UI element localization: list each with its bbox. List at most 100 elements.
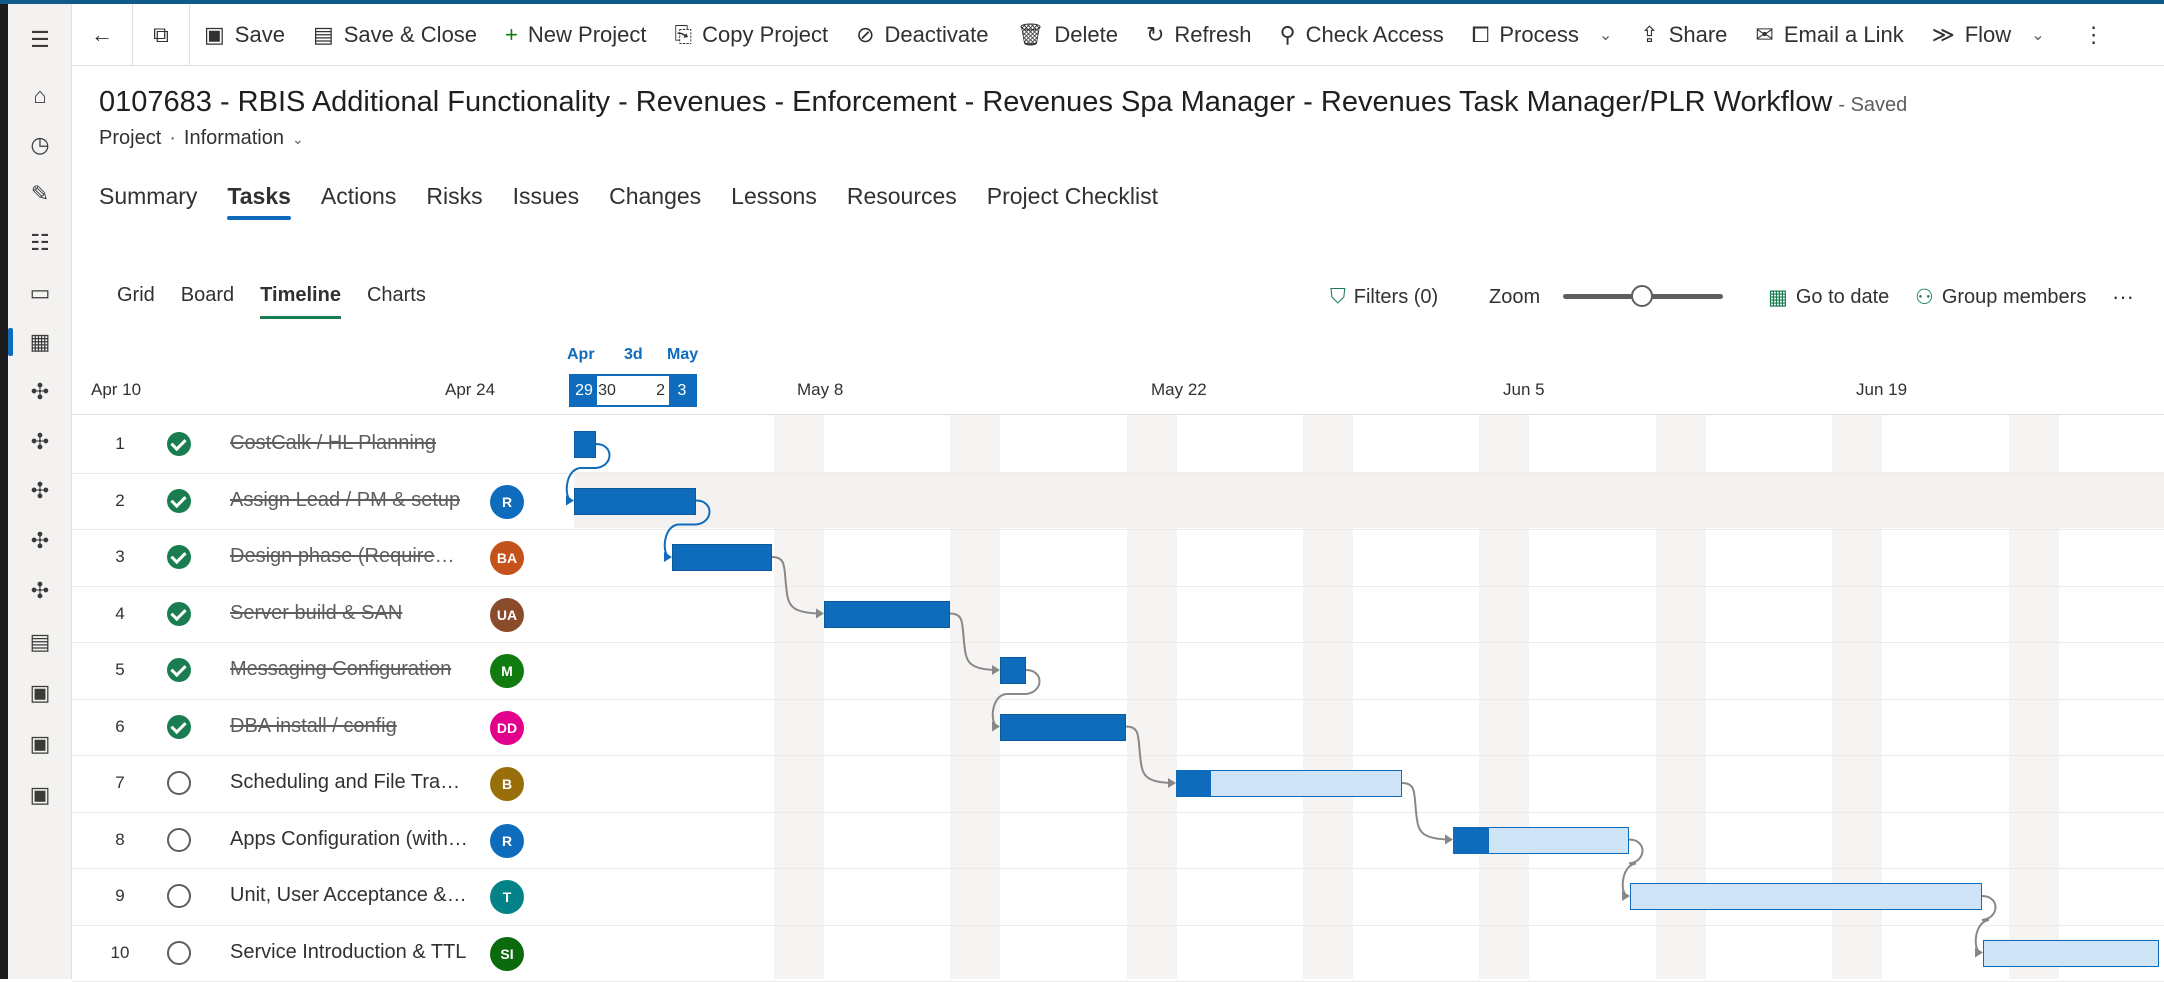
tab-grid[interactable]: Grid — [117, 284, 155, 319]
today-range-box[interactable]: 29 30 2 3 — [569, 374, 697, 407]
task-bar[interactable] — [574, 487, 696, 515]
share-icon: ⇪ — [1640, 21, 1659, 47]
task-name[interactable]: CostCalk / HL Planning — [230, 432, 470, 455]
chevron-down-icon[interactable]: ⌄ — [292, 131, 304, 147]
tab-tasks[interactable]: Tasks — [227, 183, 291, 220]
task-complete-checkbox[interactable] — [167, 884, 191, 908]
home-icon[interactable]: ⌂ — [8, 74, 72, 118]
task-bar[interactable] — [1000, 713, 1126, 741]
assignee-avatar[interactable]: SI — [490, 936, 524, 971]
task-number: 1 — [115, 434, 125, 453]
puzzle-icon-5[interactable]: ✣ — [8, 569, 72, 613]
go-to-date-button[interactable]: ▦ Go to date — [1768, 282, 1889, 312]
task-name[interactable]: Apps Configuration (with vendor) — [230, 828, 470, 851]
clipboard-icon-3[interactable]: ▣ — [8, 773, 72, 817]
task-complete-checkbox[interactable] — [167, 714, 191, 739]
flow-button[interactable]: ≫ Flow ⌄ — [1918, 4, 2059, 66]
tab-actions[interactable]: Actions — [321, 183, 396, 220]
task-complete-checkbox[interactable] — [167, 488, 191, 513]
projects-icon[interactable]: ▦ — [8, 320, 72, 364]
clipboard-icon-2[interactable]: ▣ — [8, 722, 72, 766]
pinned-icon[interactable]: ✎ — [8, 172, 72, 216]
tab-lessons[interactable]: Lessons — [731, 183, 817, 220]
form-selector[interactable]: Information — [184, 127, 284, 149]
assignee-avatar[interactable]: BA — [490, 541, 524, 575]
tab-resources[interactable]: Resources — [847, 183, 957, 220]
task-name[interactable]: Messaging Configuration — [230, 658, 470, 681]
tab-changes[interactable]: Changes — [609, 183, 701, 220]
filters-button[interactable]: ⛉ Filters (0) — [1330, 282, 1438, 312]
assignee-avatar[interactable]: R — [490, 484, 524, 519]
assignee-avatar[interactable]: M — [490, 654, 524, 688]
assignee-avatar[interactable]: UA — [490, 597, 524, 632]
save-close-button[interactable]: ▤ Save & Close — [299, 4, 491, 66]
assignee-avatar[interactable]: T — [490, 880, 524, 914]
puzzle-icon-3[interactable]: ✣ — [8, 469, 72, 513]
task-progress-fill — [1177, 771, 1211, 796]
clipboard-icon-1[interactable]: ▣ — [8, 671, 72, 715]
tab-risks[interactable]: Risks — [426, 183, 482, 220]
laptop-icon[interactable]: ▭ — [8, 271, 72, 315]
share-button[interactable]: ⇪ Share — [1626, 4, 1741, 66]
task-complete-checkbox[interactable] — [167, 658, 191, 682]
tab-timeline[interactable]: Timeline — [260, 284, 341, 319]
zoom-slider-thumb[interactable] — [1631, 285, 1653, 307]
task-bar[interactable] — [672, 544, 772, 571]
tab-board[interactable]: Board — [181, 284, 234, 319]
task-number: 8 — [115, 829, 125, 849]
new-project-button[interactable]: + New Project — [491, 4, 660, 66]
save-button[interactable]: ▣ Save — [190, 4, 299, 66]
task-name[interactable]: Server build & SAN — [230, 602, 470, 625]
task-complete-checkbox[interactable] — [167, 771, 191, 795]
task-complete-checkbox[interactable] — [167, 601, 191, 626]
puzzle-icon-4[interactable]: ✣ — [8, 519, 72, 563]
process-button[interactable]: ⧠ Process ⌄ — [1458, 4, 1627, 66]
assignee-avatar[interactable]: B — [490, 767, 524, 801]
check-access-button[interactable]: ⚲ Check Access — [1265, 4, 1457, 66]
deactivate-button[interactable]: ⊘ Deactivate — [842, 4, 1002, 66]
task-name[interactable]: Unit, User Acceptance & Testing — [230, 884, 470, 907]
group-members-button[interactable]: ⚇ Group members — [1915, 282, 2086, 312]
tab-issues[interactable]: Issues — [513, 183, 579, 220]
recent-clock-icon[interactable]: ◷ — [8, 123, 72, 167]
task-bar[interactable] — [1176, 770, 1402, 797]
main-tabs: Summary Tasks Actions Risks Issues Chang… — [99, 183, 1158, 220]
assignee-avatar[interactable]: R — [490, 823, 524, 858]
refresh-button[interactable]: ↻ Refresh — [1132, 4, 1265, 66]
task-bar[interactable] — [1983, 939, 2159, 967]
delete-button[interactable]: 🗑 Delete — [1002, 4, 1132, 66]
tab-project-checklist[interactable]: Project Checklist — [987, 183, 1158, 220]
open-new-window-button[interactable]: ⧉ — [133, 4, 189, 66]
back-button[interactable]: ← — [72, 4, 132, 66]
task-name[interactable]: Design phase (Requirements) — [230, 545, 470, 568]
deactivate-icon: ⊘ — [856, 21, 875, 47]
tab-summary[interactable]: Summary — [99, 183, 197, 220]
task-bar[interactable] — [1453, 826, 1629, 854]
more-horizontal-icon: ··· — [2112, 284, 2134, 309]
task-name[interactable]: DBA install / config — [230, 715, 470, 738]
task-bar[interactable] — [1000, 657, 1026, 684]
task-name[interactable]: Scheduling and File Transfers — [230, 771, 470, 794]
task-name[interactable]: Assign Lead / PM & setup — [230, 489, 470, 512]
more-commands-button[interactable]: ⋮ — [2059, 4, 2129, 66]
task-name[interactable]: Service Introduction & TTL — [230, 941, 470, 964]
command-bar: ← ⧉ ▣ Save ▤ Save & Close + New Project ⎘ Co… — [72, 3, 2164, 66]
assignee-avatar[interactable]: DD — [490, 710, 524, 745]
task-complete-checkbox[interactable] — [167, 827, 191, 852]
copy-project-button[interactable]: ⎘ Copy Project — [661, 4, 843, 66]
puzzle-icon-2[interactable]: ✣ — [8, 420, 72, 464]
hamburger-menu-icon[interactable]: ☰ — [8, 18, 72, 62]
view-tabs: Grid Board Timeline Charts — [117, 284, 426, 319]
more-options-button[interactable]: ··· — [2112, 282, 2134, 312]
task-bar[interactable] — [574, 431, 596, 458]
task-bar[interactable] — [1630, 883, 1982, 910]
task-bar[interactable] — [824, 600, 950, 628]
tab-charts[interactable]: Charts — [367, 284, 426, 319]
email-link-button[interactable]: ✉ Email a Link — [1741, 4, 1917, 66]
task-complete-checkbox[interactable] — [167, 545, 191, 569]
puzzle-icon-1[interactable]: ✣ — [8, 370, 72, 414]
report-search-icon[interactable]: ▤ — [8, 620, 72, 664]
task-complete-checkbox[interactable] — [167, 940, 191, 965]
roadmap-icon[interactable]: ☷ — [8, 221, 72, 265]
task-complete-checkbox[interactable] — [167, 432, 191, 456]
